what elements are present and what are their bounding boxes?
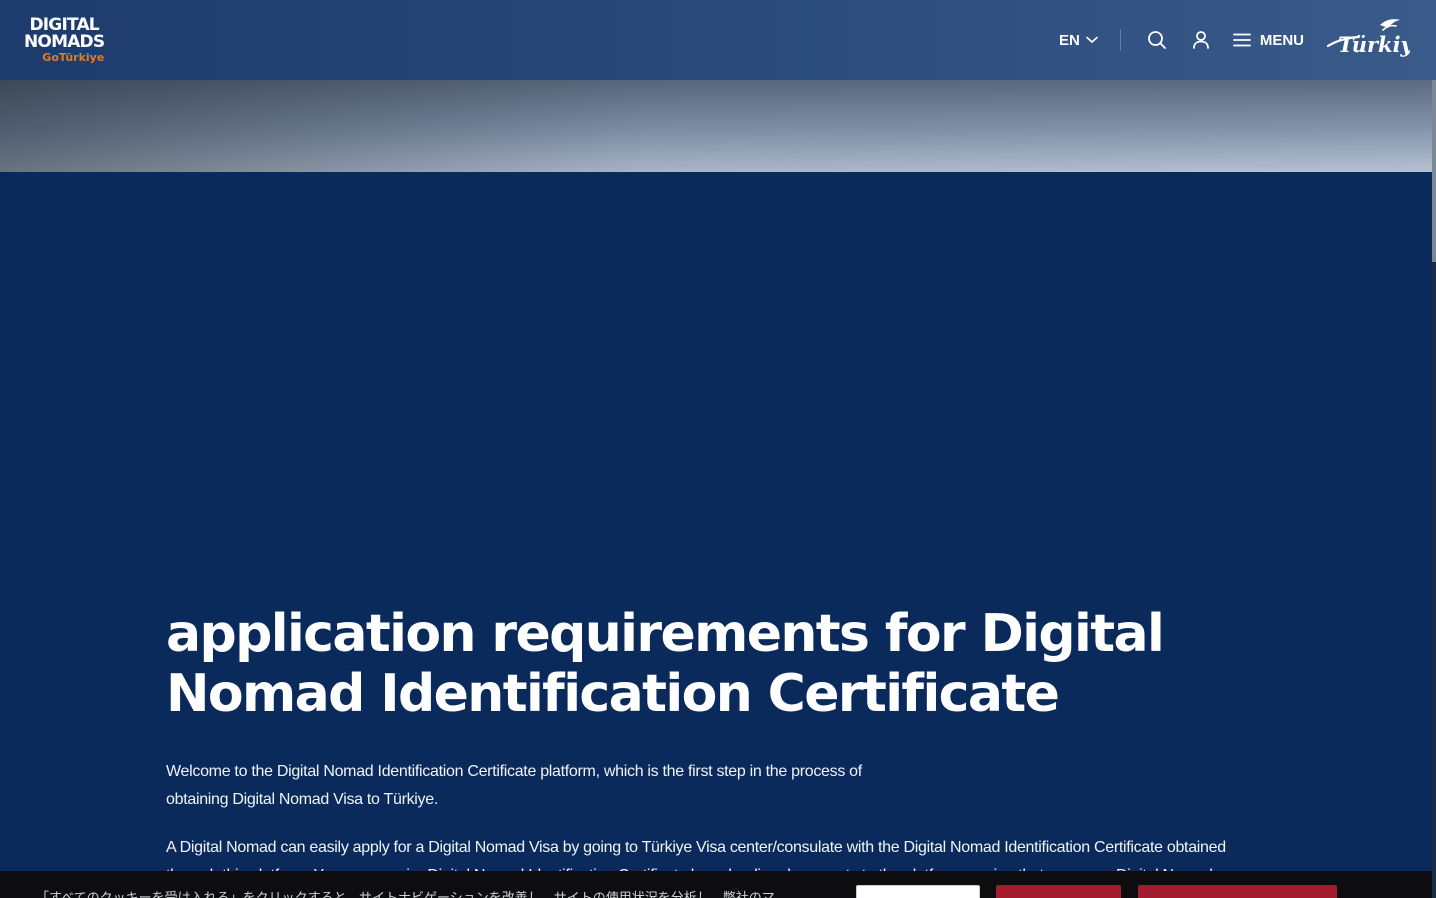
- search-button[interactable]: [1135, 18, 1179, 62]
- brand-wordmark: Türkiye: [1338, 32, 1410, 57]
- hamburger-icon: [1232, 33, 1251, 47]
- accept-all-cookies-button[interactable]: [1138, 885, 1337, 898]
- main-content: application requirements for Digital Nom…: [166, 604, 1276, 890]
- header-nav: EN MENU Türki: [1059, 0, 1410, 80]
- cookie-settings-button[interactable]: [856, 885, 980, 898]
- page-title: application requirements for Digital Nom…: [166, 604, 1165, 724]
- logo-line-3: GoTürkiye: [42, 51, 105, 64]
- cookie-banner-text: 「すべてのクッキーを受け入れる」をクリックすると、サイトナビゲーションを改善し、…: [36, 890, 775, 898]
- cookie-banner: 「すべてのクッキーを受け入れる」をクリックすると、サイトナビゲーションを改善し、…: [0, 871, 1432, 898]
- menu-button[interactable]: MENU: [1232, 31, 1304, 49]
- scrollbar-thumb[interactable]: [1432, 80, 1436, 262]
- hero-image: [0, 80, 1432, 172]
- chevron-down-icon: [1086, 36, 1098, 44]
- turkiye-wordmark-icon: Türkiye: [1326, 19, 1410, 57]
- user-icon: [1192, 31, 1209, 49]
- logo-line-2: NOMADS: [24, 32, 105, 52]
- digital-nomads-logo[interactable]: DIGITAL NOMADS GoTürkiye: [24, 17, 105, 64]
- language-code: EN: [1058, 31, 1080, 49]
- account-button[interactable]: [1179, 18, 1223, 62]
- reject-cookies-button[interactable]: [996, 885, 1121, 898]
- nav-divider: [1119, 29, 1121, 51]
- turkiye-brand-logo[interactable]: Türkiye: [1326, 17, 1410, 63]
- hero-image-haze: [0, 80, 1432, 172]
- site-header: DIGITAL NOMADS GoTürkiye EN MENU Türki: [0, 0, 1436, 80]
- search-icon: [1147, 31, 1166, 49]
- menu-label: MENU: [1259, 31, 1304, 49]
- intro-paragraph: Welcome to the Digital Nomad Identificat…: [166, 763, 862, 808]
- language-selector[interactable]: EN: [1059, 32, 1098, 49]
